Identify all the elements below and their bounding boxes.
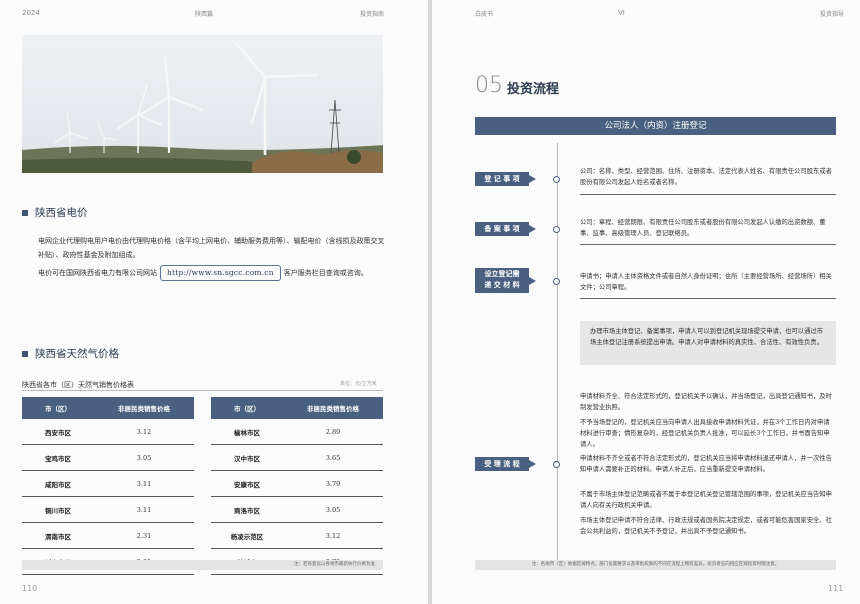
price-cell: 3.12 bbox=[94, 419, 194, 445]
table-row: 西安市区 3.12 bbox=[22, 419, 194, 445]
gas-table-note: 注：若有变化以各地市最新执行价格为准 bbox=[22, 560, 383, 570]
acceptance-para-5: 市场主体登记申请不符合法律、行政法规或者国务院决定规定，或者可能危害国家安全、社… bbox=[580, 517, 832, 535]
registration-banner: 公司法人（内资）注册登记 bbox=[475, 117, 836, 135]
bullet-square-icon bbox=[22, 209, 28, 216]
table-row: 渭南市区 2.31 bbox=[22, 522, 194, 549]
gas-price-table-right: 市（区） 非居民类销售价格 榆林市区 2.89 汉中市区 3.65 安康市区 3.79… bbox=[211, 397, 383, 575]
page-number-left: 110 bbox=[22, 584, 38, 593]
bullet-square-icon bbox=[22, 350, 28, 357]
acceptance-para-2: 不予当场登记的，登记机关应当向申请人出具接收申请材料凭证，并在3个工作日内对申请… bbox=[580, 419, 830, 448]
city-cell: 杨凌示范区 bbox=[211, 522, 283, 549]
url-prefix-text: 电价可在国网陕西省电力有限公司网站 bbox=[38, 269, 157, 277]
price-cell: 3.79 bbox=[283, 470, 383, 497]
city-cell: 西安市区 bbox=[22, 419, 94, 445]
city-cell: 渭南市区 bbox=[22, 522, 94, 549]
header-year: 2024 bbox=[22, 9, 40, 17]
timeline-dot-icon bbox=[553, 461, 560, 468]
col-city-header: 市（区） bbox=[211, 397, 283, 419]
step-filing-desc: 公司：章程、经营期限、有限责任公司股东或者股份有限公司发起人认缴的出资数额、董事… bbox=[580, 219, 826, 237]
city-cell: 铜川市区 bbox=[22, 496, 94, 523]
table-row: 安康市区 3.79 bbox=[211, 470, 383, 497]
city-cell: 榆林市区 bbox=[211, 419, 283, 445]
gas-table-caption: 陕西省各市（区）天然气销售价格表 bbox=[22, 381, 134, 389]
price-cell: 2.89 bbox=[283, 419, 383, 445]
price-cell: 3.65 bbox=[283, 444, 383, 471]
table-row: 汉中市区 3.65 bbox=[211, 444, 383, 471]
flow-footnote: 注：各地市（区）依据区域特点，部门设置要求以及审批权限的不同在流程上略有差异，投… bbox=[475, 560, 836, 570]
timeline-dot-icon bbox=[553, 176, 560, 183]
step-registration-items: 登 记 事 项 bbox=[475, 172, 536, 186]
step-materials-desc: 申请书；申请人主体资格文件或者自然人身份证明；住所（主要经营场所、经营场所）相关… bbox=[580, 273, 832, 291]
gas-table-unit: 单位：元/立方米 bbox=[340, 381, 377, 387]
step-registration-desc: 公司：名称、类型、经营范围、住所、注册资本、法定代表人姓名、有限责任公司股东或者… bbox=[580, 168, 832, 186]
acceptance-para-1: 申请材料齐全、符合法定形式的，登记机关予以确认，并当场登记，出具登记通知书，及时… bbox=[580, 393, 832, 411]
col-city-header: 市（区） bbox=[22, 397, 94, 419]
city-cell: 安康市区 bbox=[211, 470, 283, 497]
step-materials: 设立登记需 递 交 材 料 bbox=[475, 268, 536, 293]
wind-turbine-photo bbox=[22, 35, 383, 173]
gas-title-text: 陕西省天然气价格 bbox=[35, 348, 119, 360]
left-page: 2024 陕西篇 投资指南 陕西省电价 电网企业代理购电用户电价由代理购电价格（… bbox=[0, 0, 428, 604]
city-cell: 汉中市区 bbox=[211, 444, 283, 471]
header-guide: 投资指南 bbox=[360, 11, 385, 18]
step-acceptance: 受 理 流 程 bbox=[475, 457, 536, 471]
city-cell: 咸阳市区 bbox=[22, 470, 94, 497]
price-cell: 3.12 bbox=[283, 522, 383, 549]
price-cell: 2.31 bbox=[94, 522, 194, 549]
sgcc-website-link[interactable]: http://www.sn.sgcc.com.cn bbox=[160, 265, 281, 281]
electricity-url-line: 电价可在国网陕西省电力有限公司网站 http://www.sn.sgcc.com.… bbox=[38, 265, 388, 281]
price-cell: 3.11 bbox=[94, 496, 194, 523]
header-whitepaper: 白皮书 bbox=[475, 11, 494, 18]
caption-divider bbox=[22, 390, 383, 391]
url-suffix-text: 客户服务栏目查询或咨询。 bbox=[283, 269, 368, 277]
gas-price-table-left: 市（区） 非居民类销售价格 西安市区 3.12 宝鸡市区 3.05 咸阳市区 3.11… bbox=[22, 397, 194, 575]
table-row: 商洛市区 3.05 bbox=[211, 496, 383, 523]
city-cell: 宝鸡市区 bbox=[22, 444, 94, 471]
application-note-text: 办理市场主体登记、备案事项，申请人可以到登记机关现场提交申请，也可以通过市场主体… bbox=[590, 328, 823, 346]
gas-section-title: 陕西省天然气价格 bbox=[22, 346, 119, 361]
electricity-title-text: 陕西省电价 bbox=[35, 207, 88, 219]
acceptance-para-4: 不属于市场主体登记范畴或者不属于本登记机关登记管辖范围的事项，登记机关应当告知申… bbox=[580, 491, 832, 509]
electricity-section-title: 陕西省电价 bbox=[22, 205, 88, 220]
section-number: 05 bbox=[475, 73, 503, 98]
desc-divider bbox=[580, 194, 836, 195]
col-price-header: 非居民类销售价格 bbox=[94, 397, 194, 419]
section-title: 投资流程 bbox=[507, 82, 560, 97]
electricity-paragraph: 电网企业代理购电用户电价由代理购电价格（含平均上网电价、辅助服务费用等）、输配电… bbox=[38, 237, 385, 259]
timeline-dot-icon bbox=[553, 278, 560, 285]
timeline-dot-icon bbox=[553, 226, 560, 233]
price-cell: 3.05 bbox=[283, 496, 383, 523]
page-number-right: 111 bbox=[828, 584, 844, 593]
header-section: 陕西篇 bbox=[195, 11, 214, 18]
header-guide-right: 投资指导 bbox=[820, 11, 845, 18]
flow-timeline-line bbox=[557, 143, 558, 561]
price-cell: 3.05 bbox=[94, 444, 194, 471]
desc-divider bbox=[580, 244, 836, 245]
table-row: 榆林市区 2.89 bbox=[211, 419, 383, 445]
table-row: 宝鸡市区 3.05 bbox=[22, 444, 194, 471]
table-row: 杨凌示范区 3.12 bbox=[211, 522, 383, 549]
table-row: 铜川市区 3.11 bbox=[22, 496, 194, 523]
col-price-header: 非居民类销售价格 bbox=[283, 397, 383, 419]
city-cell: 商洛市区 bbox=[211, 496, 283, 523]
application-note-box: 办理市场主体登记、备案事项，申请人可以到登记机关现场提交申请，也可以通过市场主体… bbox=[580, 321, 836, 365]
step-filing-items: 备 案 事 项 bbox=[475, 222, 536, 236]
table-row: 咸阳市区 3.11 bbox=[22, 470, 194, 497]
desc-divider bbox=[580, 298, 836, 299]
price-cell: 3.11 bbox=[94, 470, 194, 497]
acceptance-para-3: 申请材料不齐全或者不符合法定形式的，登记机关应当将申请材料退还申请人，并一次性告… bbox=[580, 455, 832, 473]
header-chapter: VI bbox=[618, 9, 625, 17]
